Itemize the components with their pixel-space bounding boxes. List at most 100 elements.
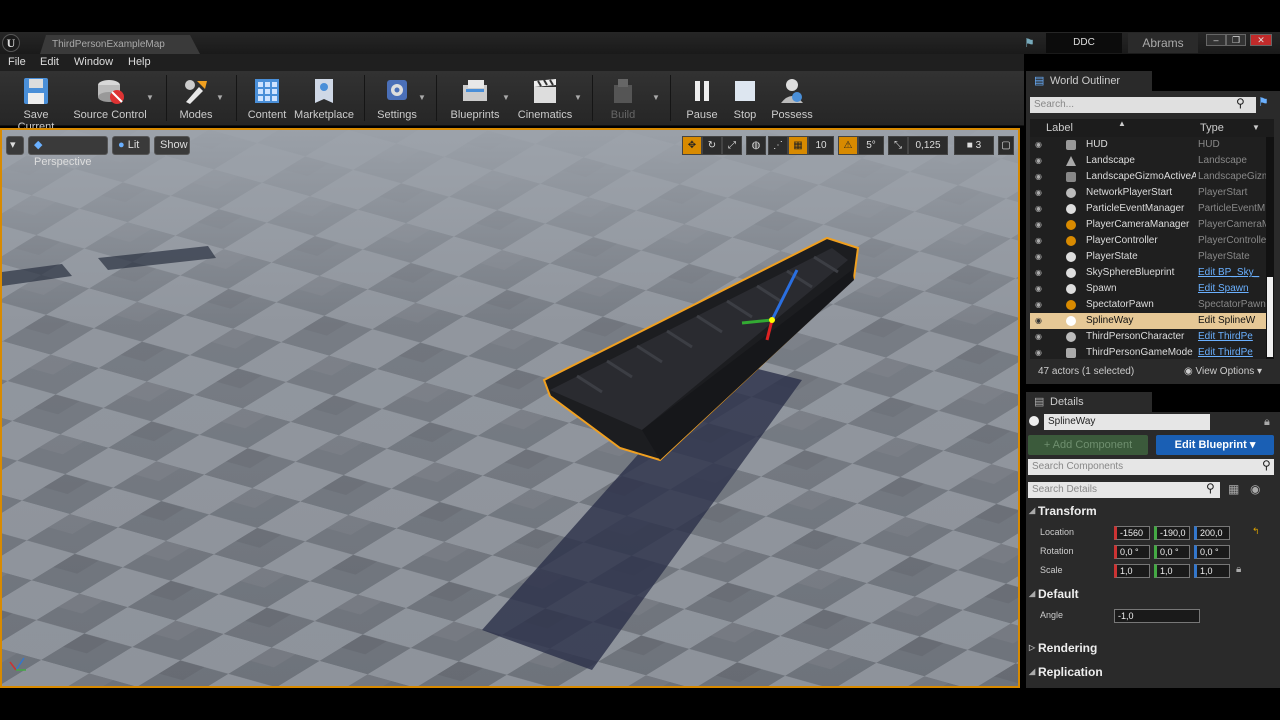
- angle-field[interactable]: -1,0: [1114, 609, 1200, 623]
- menu-window[interactable]: Window: [74, 56, 113, 68]
- blueprints-dropdown-icon[interactable]: ▼: [502, 93, 510, 102]
- visibility-eye-icon[interactable]: ◉: [1035, 329, 1042, 345]
- reset-to-default-icon[interactable]: ↰: [1252, 526, 1260, 537]
- minimize-button[interactable]: –: [1206, 34, 1226, 46]
- visibility-eye-icon[interactable]: ◉: [1035, 201, 1042, 217]
- maximize-viewport-icon[interactable]: ▢: [998, 136, 1014, 155]
- visibility-eye-icon[interactable]: ◉: [1035, 345, 1042, 359]
- visibility-eye-icon[interactable]: ◉: [1035, 137, 1042, 153]
- possess-button[interactable]: Possess: [770, 75, 814, 123]
- outliner-row-player-camera-manager[interactable]: ◉ PlayerCameraManager PlayerCameraM: [1030, 217, 1266, 233]
- visibility-eye-icon[interactable]: ◉: [1035, 265, 1042, 281]
- rotation-z-field[interactable]: 0,0 °: [1194, 545, 1230, 559]
- scale-label[interactable]: Scale: [1040, 565, 1063, 575]
- type-column-header[interactable]: Type: [1200, 122, 1224, 134]
- outliner-row-landscape[interactable]: ◉ Landscape Landscape: [1030, 153, 1266, 169]
- add-component-button[interactable]: + Add Component: [1028, 435, 1148, 455]
- perspective-button[interactable]: ◆ Perspective: [28, 136, 108, 168]
- lock-icon[interactable]: 🔒︎: [1264, 416, 1270, 429]
- visibility-eye-icon[interactable]: ◉: [1035, 249, 1042, 265]
- translate-mode-icon[interactable]: ✥: [682, 136, 702, 155]
- outliner-row-third-person-character[interactable]: ◉ ThirdPersonCharacter Edit ThirdPe: [1030, 329, 1266, 345]
- property-matrix-icon[interactable]: ▦: [1228, 482, 1239, 496]
- location-label[interactable]: Location: [1040, 527, 1074, 537]
- edit-blueprint-link[interactable]: Edit Spawn: [1198, 281, 1266, 297]
- build-dropdown-icon[interactable]: ▼: [652, 93, 660, 102]
- outliner-search-input[interactable]: Search...: [1030, 97, 1256, 113]
- edit-blueprint-link[interactable]: Edit SplineW: [1198, 313, 1266, 329]
- edit-blueprint-link[interactable]: Edit BP_Sky_: [1198, 265, 1266, 281]
- build-button[interactable]: Build: [602, 75, 644, 123]
- location-x-field[interactable]: -1560: [1114, 526, 1150, 540]
- rotation-x-field[interactable]: 0,0 °: [1114, 545, 1150, 559]
- rendering-category[interactable]: ▷ Rendering: [1028, 637, 1278, 659]
- visibility-eye-icon[interactable]: ◉: [1035, 233, 1042, 249]
- visibility-eye-icon[interactable]: ◉: [1035, 153, 1042, 169]
- visibility-eye-icon[interactable]: ◉: [1035, 313, 1042, 329]
- save-current-button[interactable]: Save Current: [4, 75, 68, 133]
- ddc-indicator[interactable]: DDC: [1046, 33, 1122, 53]
- outliner-row-particle-event-manager[interactable]: ◉ ParticleEventManager ParticleEventM: [1030, 201, 1266, 217]
- pause-button[interactable]: Pause: [684, 75, 720, 123]
- settings-button[interactable]: Settings: [374, 75, 420, 123]
- menu-help[interactable]: Help: [128, 56, 151, 68]
- outliner-row-player-state[interactable]: ◉ PlayerState PlayerState: [1030, 249, 1266, 265]
- edit-blueprint-link[interactable]: Edit ThirdPe: [1198, 345, 1266, 359]
- outliner-row-landscape-gizmo[interactable]: ◉ LandscapeGizmoActiveALandscapeGizmo: [1030, 169, 1266, 185]
- chevron-down-icon[interactable]: ▼: [1252, 123, 1260, 132]
- close-button[interactable]: ✕: [1250, 34, 1272, 46]
- feedback-icon[interactable]: ⚑: [1024, 36, 1035, 50]
- scale-mode-icon[interactable]: ⤢: [722, 136, 742, 155]
- outliner-row-spawn[interactable]: ◉ Spawn Edit Spawn: [1030, 281, 1266, 297]
- view-options-button[interactable]: ◉ View Options ▾: [1184, 363, 1262, 381]
- rotation-y-field[interactable]: 0,0 °: [1154, 545, 1190, 559]
- actor-name-input[interactable]: SplineWay: [1044, 414, 1210, 430]
- scrollbar-thumb[interactable]: [1267, 277, 1273, 357]
- rotation-snap-value[interactable]: 5°: [858, 136, 884, 155]
- outliner-row-spectator-pawn[interactable]: ◉ SpectatorPawn SpectatorPawn: [1030, 297, 1266, 313]
- scale-snap-value[interactable]: 0,125: [908, 136, 948, 155]
- modes-dropdown-icon[interactable]: ▼: [216, 93, 224, 102]
- scale-x-field[interactable]: 1,0: [1114, 564, 1150, 578]
- add-filter-icon[interactable]: ⚑: [1258, 95, 1269, 109]
- visibility-eye-icon[interactable]: ◉: [1250, 482, 1260, 496]
- edit-blueprint-link[interactable]: Edit ThirdPe: [1198, 329, 1266, 345]
- location-z-field[interactable]: 200,0: [1194, 526, 1230, 540]
- transform-category[interactable]: ◢ Transform: [1028, 500, 1278, 522]
- scale-z-field[interactable]: 1,0: [1194, 564, 1230, 578]
- level-viewport[interactable]: ▾ ◆ Perspective ● Lit Show ✥ ↻ ⤢ ◍ ⋰ ▦ 1…: [0, 128, 1020, 688]
- lock-icon[interactable]: 🔒︎: [1236, 564, 1241, 575]
- visibility-eye-icon[interactable]: ◉: [1035, 281, 1042, 297]
- level-tab[interactable]: ThirdPersonExampleMap: [40, 35, 200, 54]
- modes-button[interactable]: Modes: [174, 75, 218, 123]
- outliner-row-hud[interactable]: ◉ HUD HUD: [1030, 137, 1266, 153]
- tab-details[interactable]: ▤ Details: [1026, 392, 1152, 412]
- settings-dropdown-icon[interactable]: ▼: [418, 93, 426, 102]
- visibility-eye-icon[interactable]: ◉: [1035, 185, 1042, 201]
- rotation-label[interactable]: Rotation: [1040, 546, 1074, 556]
- maximize-button[interactable]: ❐: [1226, 34, 1246, 46]
- show-button[interactable]: Show: [154, 136, 190, 155]
- label-column-header[interactable]: Label: [1046, 122, 1073, 134]
- outliner-scrollbar[interactable]: [1266, 137, 1274, 359]
- visibility-eye-icon[interactable]: ◉: [1035, 297, 1042, 313]
- outliner-row-spline-way[interactable]: ◉ SplineWay Edit SplineW: [1030, 313, 1266, 329]
- visibility-eye-icon[interactable]: ◉: [1035, 169, 1042, 185]
- menu-edit[interactable]: Edit: [40, 56, 59, 68]
- outliner-row-network-player-start[interactable]: ◉ NetworkPlayerStart PlayerStart: [1030, 185, 1266, 201]
- blueprints-button[interactable]: Blueprints: [446, 75, 504, 123]
- view-mode-button[interactable]: ● Lit: [112, 136, 150, 155]
- grid-snap-icon[interactable]: ▦: [788, 136, 808, 155]
- source-control-dropdown-icon[interactable]: ▼: [146, 93, 154, 102]
- cinematics-button[interactable]: Cinematics: [516, 75, 574, 123]
- rotation-snap-icon[interactable]: ⚠: [838, 136, 858, 155]
- default-category[interactable]: ◢ Default: [1028, 583, 1278, 605]
- scale-snap-icon[interactable]: ⤡: [888, 136, 908, 155]
- search-details-input[interactable]: Search Details: [1028, 482, 1220, 498]
- outliner-row-sky-sphere[interactable]: ◉ SkySphereBlueprint Edit BP_Sky_: [1030, 265, 1266, 281]
- visibility-eye-icon[interactable]: ◉: [1035, 217, 1042, 233]
- search-components-input[interactable]: Search Components: [1028, 459, 1274, 475]
- outliner-row-player-controller[interactable]: ◉ PlayerController PlayerController: [1030, 233, 1266, 249]
- camera-speed-button[interactable]: ■ 3: [954, 136, 994, 155]
- world-local-icon[interactable]: ◍: [746, 136, 766, 155]
